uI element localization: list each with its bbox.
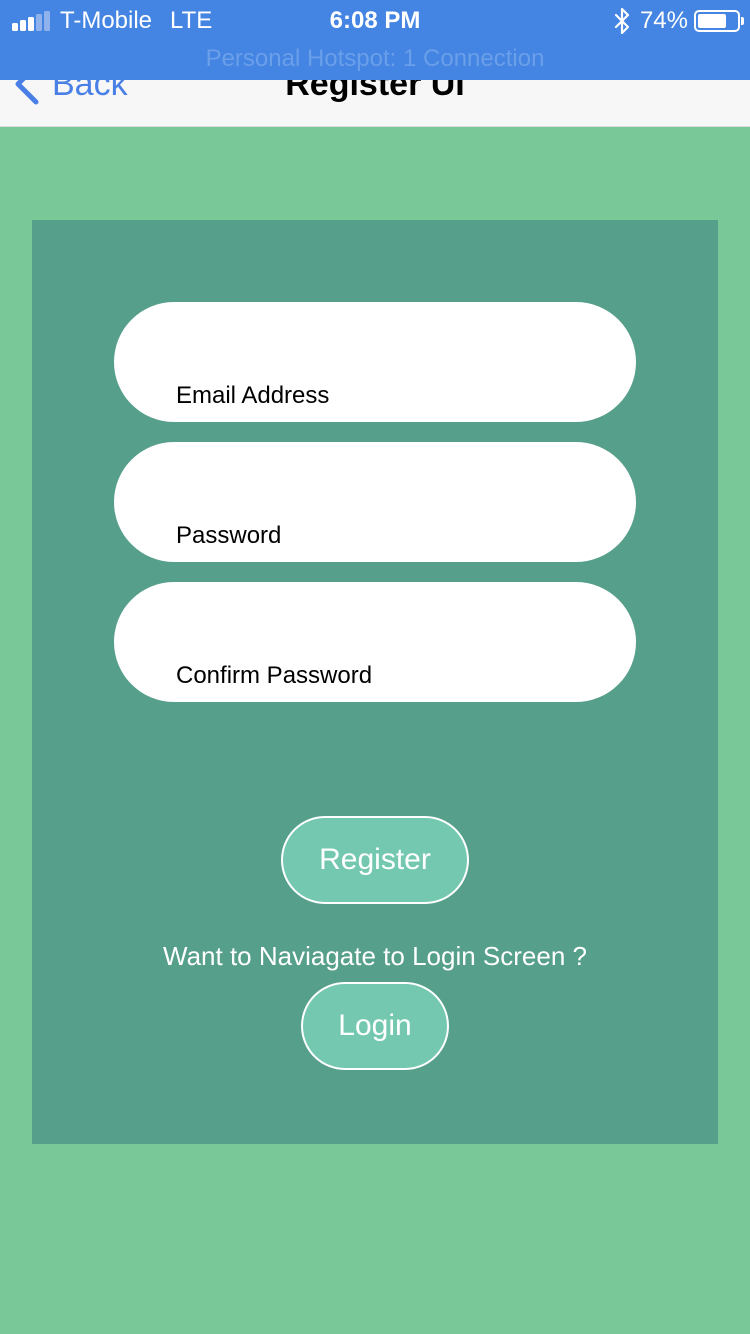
- password-field[interactable]: Password: [114, 442, 636, 562]
- password-field-label: Password: [176, 522, 282, 549]
- login-button[interactable]: Login: [301, 982, 449, 1070]
- confirm-password-field-label: Confirm Password: [176, 662, 373, 689]
- register-card: Email Address Password Confirm Password …: [32, 220, 718, 1144]
- register-button[interactable]: Register: [281, 816, 469, 904]
- login-navigation-prompt: Want to Naviagate to Login Screen ?: [163, 941, 587, 971]
- bluetooth-icon: [614, 8, 630, 34]
- battery-percentage: 74%: [639, 7, 688, 34]
- battery-icon: [694, 10, 740, 32]
- confirm-password-field[interactable]: Confirm Password: [114, 582, 636, 702]
- email-field-label: Email Address: [176, 382, 330, 409]
- email-field[interactable]: Email Address: [114, 302, 636, 422]
- status-bar: T-Mobile LTE 6:08 PM 74% Personal Hotspo…: [0, 0, 750, 80]
- battery-cap: [741, 17, 744, 25]
- status-bar-right: 74%: [614, 4, 744, 38]
- battery-level-fill: [698, 14, 727, 28]
- hotspot-banner[interactable]: Personal Hotspot: 1 Connection: [0, 42, 750, 76]
